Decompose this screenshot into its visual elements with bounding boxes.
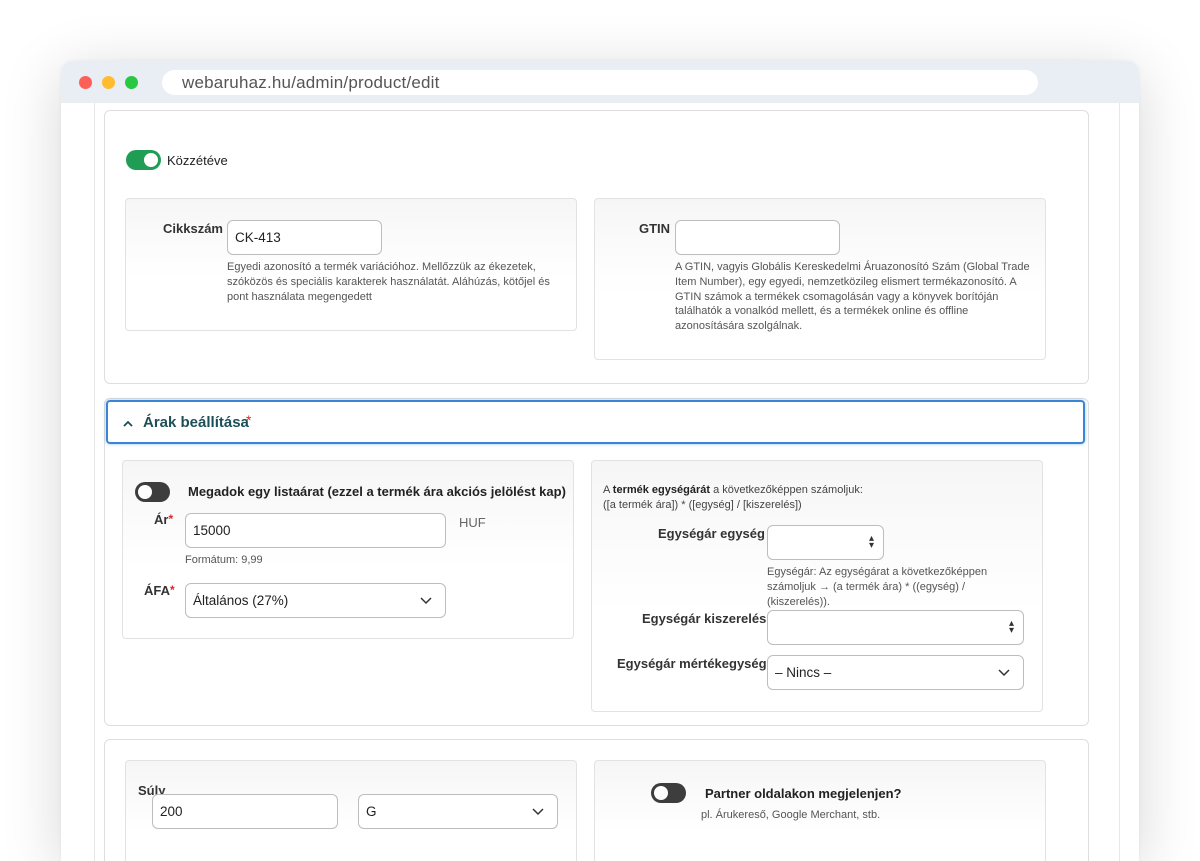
- vat-label-text: ÁFA: [144, 583, 170, 598]
- gtin-panel: GTIN A GTIN, vagyis Globális Kereskedelm…: [594, 198, 1046, 360]
- unit-label: Egységár egység: [658, 526, 765, 541]
- price-input[interactable]: 15000: [185, 513, 446, 548]
- browser-window: webaruhaz.hu/admin/product/edit Közzétév…: [61, 61, 1139, 861]
- gtin-label: GTIN: [639, 221, 671, 236]
- vat-selected: Általános (27%): [193, 593, 289, 608]
- price-label-text: Ár: [154, 512, 169, 527]
- measure-label: Egységár mértékegység: [617, 656, 767, 671]
- weight-input[interactable]: 200: [152, 794, 338, 829]
- chevron-down-icon: [420, 597, 432, 605]
- measure-select[interactable]: – Nincs –: [767, 655, 1024, 690]
- browser-titlebar: webaruhaz.hu/admin/product/edit: [61, 61, 1139, 103]
- price-label: Ár*: [154, 512, 173, 527]
- unit-price-intro: A termék egységárát a következőképpen sz…: [603, 483, 863, 513]
- unit-stepper-icon[interactable]: ▴ ▾: [869, 534, 874, 551]
- chevron-down-icon: [998, 669, 1010, 677]
- prices-section-title: Árak beállítása: [143, 414, 249, 431]
- intro-prefix: A: [603, 484, 613, 496]
- intro-suffix: a következőképpen számoljuk:: [710, 484, 863, 496]
- intro-bold: termék egységárát: [612, 484, 711, 496]
- weight-unit-selected: G: [366, 804, 377, 819]
- gtin-input[interactable]: [675, 220, 840, 255]
- gtin-help: A GTIN, vagyis Globális Kereskedelmi Áru…: [675, 261, 1030, 333]
- publish-label: Közzétéve: [167, 153, 228, 168]
- chevron-up-icon: [123, 420, 133, 427]
- toggle-knob: [654, 786, 668, 800]
- vat-select[interactable]: Általános (27%): [185, 583, 446, 618]
- toggle-knob: [138, 485, 152, 499]
- identifiers-card: Közzétéve Cikkszám CK-413 Egyedi azonosí…: [104, 110, 1089, 384]
- packaging-input[interactable]: ▴ ▾: [767, 610, 1024, 645]
- price-format-help: Formátum: 9,99: [185, 554, 263, 566]
- price-panel: Megadok egy listaárat (ezzel a termék ár…: [122, 460, 574, 639]
- address-bar[interactable]: webaruhaz.hu/admin/product/edit: [162, 70, 1038, 95]
- unit-price-formula: ([a termék ára]) * ([egység] / [kiszerel…: [603, 499, 802, 511]
- partner-toggle[interactable]: [651, 783, 686, 803]
- minimize-window-button[interactable]: [102, 76, 115, 89]
- page-rail-left: [94, 103, 95, 861]
- list-price-label: Megadok egy listaárat (ezzel a termék ár…: [188, 484, 566, 499]
- weight-value: 200: [160, 804, 183, 819]
- unit-help: Egységár: Az egységárat a következőképpe…: [767, 566, 988, 608]
- sku-panel: Cikkszám CK-413 Egyedi azonosító a termé…: [125, 198, 577, 331]
- publish-toggle[interactable]: [126, 150, 161, 170]
- packaging-stepper-icon[interactable]: ▴ ▾: [1009, 619, 1014, 636]
- close-window-button[interactable]: [79, 76, 92, 89]
- price-value: 15000: [193, 523, 231, 538]
- packaging-label: Egységár kiszerelés: [642, 611, 767, 626]
- partner-help: pl. Árukereső, Google Merchant, stb.: [701, 809, 881, 821]
- sku-value: CK-413: [235, 230, 281, 245]
- weight-panel: Súly * 200 G: [125, 760, 577, 861]
- currency-label: HUF: [459, 515, 486, 530]
- maximize-window-button[interactable]: [125, 76, 138, 89]
- vat-required-mark: *: [170, 583, 175, 597]
- sku-label: Cikkszám: [163, 221, 223, 236]
- chevron-down-icon: [532, 808, 544, 816]
- shipping-card: Súly * 200 G Partner oldalakon megjelenj…: [104, 739, 1089, 861]
- unit-price-panel: A termék egységárát a következőképpen sz…: [591, 460, 1043, 712]
- list-price-toggle[interactable]: [135, 482, 170, 502]
- toggle-knob: [144, 153, 158, 167]
- partner-panel: Partner oldalakon megjelenjen? pl. Áruke…: [594, 760, 1046, 861]
- measure-selected: – Nincs –: [775, 665, 832, 680]
- prices-card: Árak beállítása * Megadok egy listaárat …: [104, 398, 1089, 726]
- unit-input[interactable]: ▴ ▾: [767, 525, 884, 560]
- prices-section-header[interactable]: Árak beállítása *: [106, 400, 1085, 444]
- page-rail-right: [1119, 103, 1120, 861]
- sku-input[interactable]: CK-413: [227, 220, 382, 255]
- partner-label: Partner oldalakon megjelenjen?: [705, 786, 902, 801]
- vat-label: ÁFA*: [144, 583, 175, 598]
- sku-help: Egyedi azonosító a termék variációhoz. M…: [227, 261, 550, 303]
- prices-required-mark: *: [246, 412, 252, 428]
- weight-unit-select[interactable]: G: [358, 794, 558, 829]
- price-required-mark: *: [168, 512, 174, 526]
